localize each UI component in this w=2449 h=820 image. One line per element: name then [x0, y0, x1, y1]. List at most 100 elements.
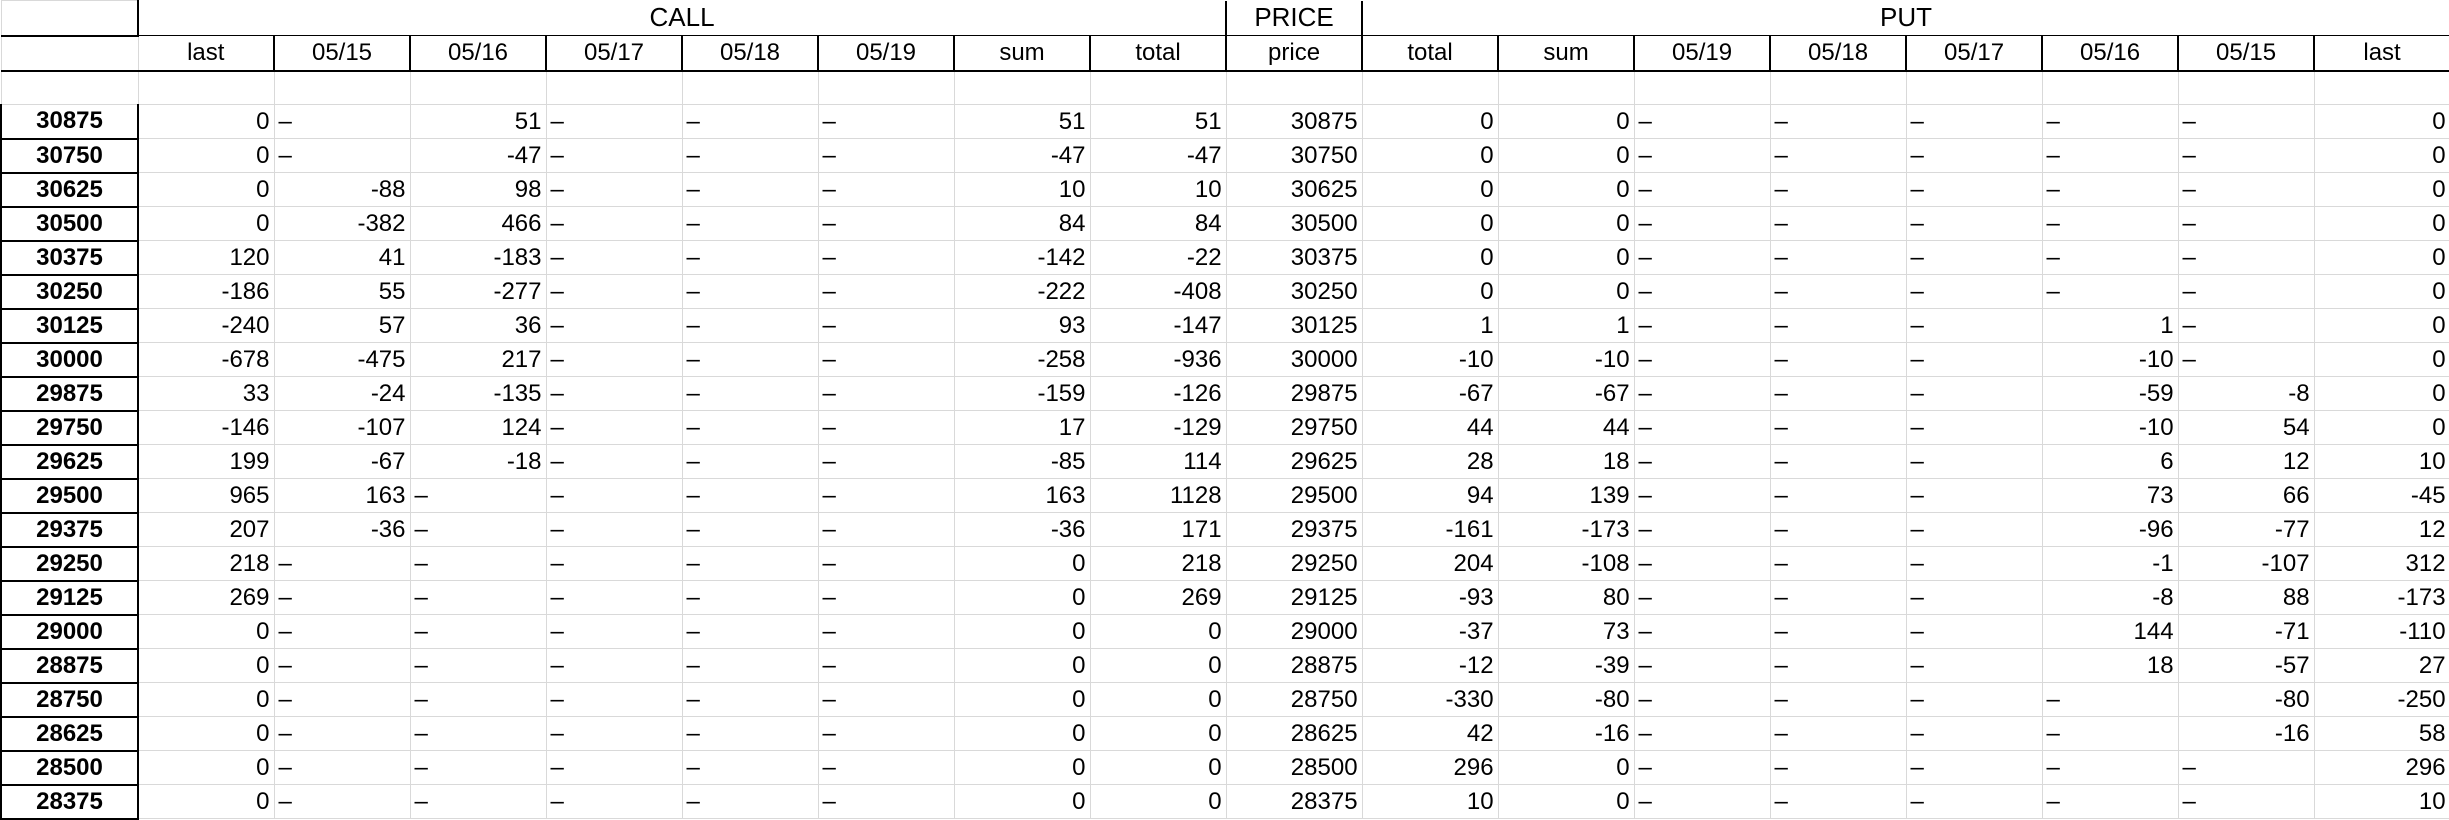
data-cell[interactable]: –	[2041, 172, 2179, 207]
data-cell[interactable]: –	[2041, 716, 2179, 751]
column-header[interactable]: last	[2313, 35, 2449, 72]
data-cell[interactable]: –	[1633, 206, 1771, 241]
data-cell[interactable]: –	[2041, 104, 2179, 139]
data-cell[interactable]: 0	[2313, 206, 2449, 241]
data-cell[interactable]: –	[1633, 308, 1771, 343]
strike-label[interactable]: 29000	[0, 614, 139, 650]
data-cell[interactable]: -107	[273, 410, 411, 445]
data-cell[interactable]: 0	[137, 648, 275, 683]
data-cell[interactable]: 171	[1089, 512, 1227, 547]
data-cell[interactable]: 0	[1361, 274, 1499, 309]
empty-cell[interactable]	[2313, 70, 2449, 105]
data-cell[interactable]: 28875	[1225, 648, 1363, 683]
data-cell[interactable]: –	[2041, 682, 2179, 717]
data-cell[interactable]: 30375	[1225, 240, 1363, 275]
data-cell[interactable]: -240	[137, 308, 275, 343]
data-cell[interactable]: -10	[1497, 342, 1635, 377]
data-cell[interactable]: 139	[1497, 478, 1635, 513]
data-cell[interactable]: 0	[137, 784, 275, 819]
data-cell[interactable]: –	[2177, 274, 2315, 309]
column-header[interactable]: 05/18	[681, 35, 819, 72]
data-cell[interactable]: 0	[2313, 274, 2449, 309]
data-cell[interactable]: –	[545, 308, 683, 343]
data-cell[interactable]: 124	[409, 410, 547, 445]
data-cell[interactable]: -142	[953, 240, 1091, 275]
data-cell[interactable]: 51	[1089, 104, 1227, 139]
data-cell[interactable]: 0	[137, 716, 275, 751]
data-cell[interactable]: -80	[2177, 682, 2315, 717]
data-cell[interactable]: –	[681, 682, 819, 717]
data-cell[interactable]: –	[1769, 716, 1907, 751]
data-cell[interactable]: –	[1633, 274, 1771, 309]
data-cell[interactable]: -161	[1361, 512, 1499, 547]
data-cell[interactable]: –	[409, 648, 547, 683]
data-cell[interactable]: –	[409, 784, 547, 819]
data-cell[interactable]: –	[2177, 206, 2315, 241]
data-cell[interactable]: –	[1769, 546, 1907, 581]
data-cell[interactable]: 0	[2313, 172, 2449, 207]
data-cell[interactable]: –	[545, 376, 683, 411]
data-cell[interactable]: –	[1905, 580, 2043, 615]
data-cell[interactable]: –	[2041, 274, 2179, 309]
data-cell[interactable]: 54	[2177, 410, 2315, 445]
data-cell[interactable]: –	[1769, 376, 1907, 411]
data-cell[interactable]: -678	[137, 342, 275, 377]
data-cell[interactable]: –	[681, 172, 819, 207]
empty-cell[interactable]	[0, 70, 139, 105]
data-cell[interactable]: –	[545, 648, 683, 683]
data-cell[interactable]: –	[2177, 750, 2315, 785]
data-cell[interactable]: –	[545, 342, 683, 377]
column-header[interactable]: 05/19	[817, 35, 955, 72]
put-group-header[interactable]: PUT	[1361, 0, 2449, 36]
data-cell[interactable]: –	[817, 342, 955, 377]
data-cell[interactable]: –	[2041, 206, 2179, 241]
data-cell[interactable]: -110	[2313, 614, 2449, 649]
data-cell[interactable]: 0	[2313, 410, 2449, 445]
data-cell[interactable]: 0	[1497, 104, 1635, 139]
data-cell[interactable]: 28625	[1225, 716, 1363, 751]
data-cell[interactable]: -22	[1089, 240, 1227, 275]
data-cell[interactable]: 0	[1497, 784, 1635, 819]
data-cell[interactable]: –	[1905, 308, 2043, 343]
data-cell[interactable]: –	[1633, 376, 1771, 411]
data-cell[interactable]: –	[817, 648, 955, 683]
data-cell[interactable]: 207	[137, 512, 275, 547]
data-cell[interactable]: –	[681, 546, 819, 581]
data-cell[interactable]: –	[273, 546, 411, 581]
data-cell[interactable]: –	[817, 138, 955, 173]
data-cell[interactable]: 88	[2177, 580, 2315, 615]
column-header[interactable]: 05/16	[409, 35, 547, 72]
data-cell[interactable]: –	[273, 784, 411, 819]
data-cell[interactable]: 30750	[1225, 138, 1363, 173]
data-cell[interactable]: 12	[2177, 444, 2315, 479]
data-cell[interactable]: –	[273, 614, 411, 649]
data-cell[interactable]: –	[817, 444, 955, 479]
column-header[interactable]: sum	[1497, 35, 1636, 72]
data-cell[interactable]: –	[1633, 512, 1771, 547]
data-cell[interactable]: –	[545, 750, 683, 785]
data-cell[interactable]: –	[681, 716, 819, 751]
data-cell[interactable]: 0	[953, 716, 1091, 751]
data-cell[interactable]: 296	[1361, 750, 1499, 785]
data-cell[interactable]: –	[1905, 682, 2043, 717]
strike-label[interactable]: 29625	[0, 444, 139, 480]
empty-cell[interactable]	[137, 70, 275, 105]
column-header[interactable]: 05/16	[2041, 35, 2180, 72]
data-cell[interactable]: –	[817, 580, 955, 615]
data-cell[interactable]: 10	[2313, 784, 2449, 819]
data-cell[interactable]: –	[1633, 580, 1771, 615]
data-cell[interactable]: –	[1905, 614, 2043, 649]
data-cell[interactable]: 1	[1497, 308, 1635, 343]
data-cell[interactable]: 217	[409, 342, 547, 377]
data-cell[interactable]: –	[817, 784, 955, 819]
data-cell[interactable]: 0	[2313, 342, 2449, 377]
data-cell[interactable]: 0	[1361, 172, 1499, 207]
data-cell[interactable]: 114	[1089, 444, 1227, 479]
data-cell[interactable]: 0	[1089, 784, 1227, 819]
data-cell[interactable]: –	[1769, 410, 1907, 445]
data-cell[interactable]: –	[681, 580, 819, 615]
data-cell[interactable]: –	[681, 138, 819, 173]
data-cell[interactable]: 0	[1089, 750, 1227, 785]
column-header[interactable]: 05/17	[1905, 35, 2044, 72]
data-cell[interactable]: –	[1905, 138, 2043, 173]
